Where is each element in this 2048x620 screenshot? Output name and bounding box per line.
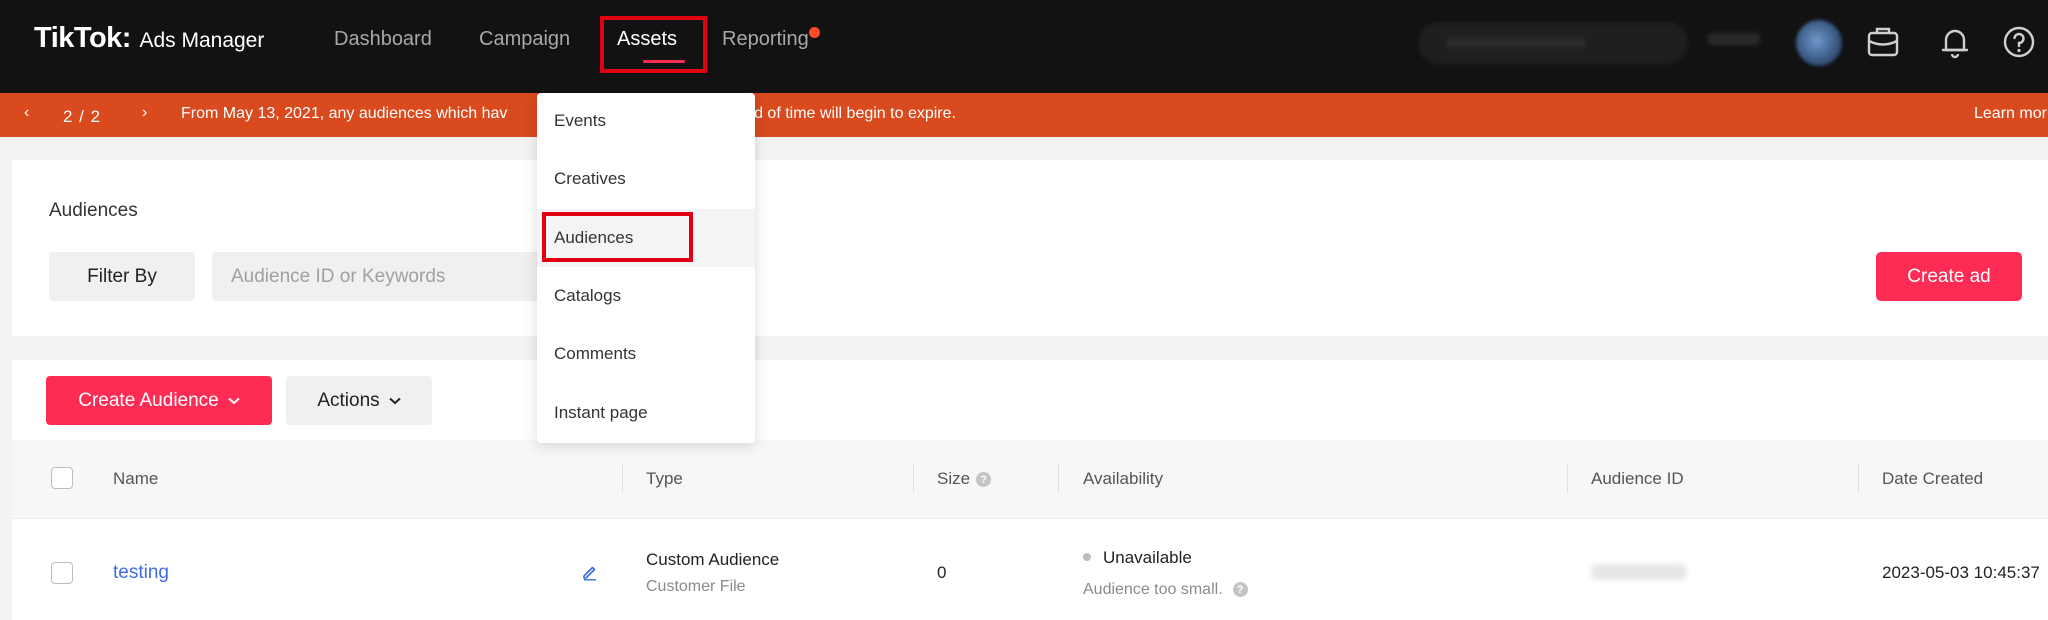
avatar[interactable]: [1796, 20, 1842, 66]
menu-item-events[interactable]: Events: [537, 92, 755, 150]
menu-item-creatives[interactable]: Creatives: [537, 150, 755, 208]
audience-size: 0: [937, 563, 947, 582]
page-title: Audiences: [49, 200, 138, 221]
nav-dashboard[interactable]: Dashboard: [334, 28, 432, 51]
date-created: 2023-05-03 10:45:37: [1882, 563, 2040, 582]
chevron-down-icon: [388, 397, 401, 404]
assets-highlight-box: [600, 16, 707, 73]
header-audience-id[interactable]: Audience ID: [1591, 469, 1684, 489]
notification-dot: [809, 27, 820, 38]
audiences-highlight-box: [542, 212, 693, 262]
column-divider[interactable]: [1058, 463, 1059, 493]
nav-campaign[interactable]: Campaign: [479, 28, 570, 51]
menu-item-catalogs[interactable]: Catalogs: [537, 267, 755, 325]
edit-pencil-icon[interactable]: [581, 563, 599, 581]
header-availability[interactable]: Availability: [1083, 469, 1163, 489]
create-audience-button[interactable]: Create Audience: [46, 376, 272, 425]
actions-label: Actions: [317, 389, 380, 411]
nav-reporting[interactable]: Reporting: [722, 28, 809, 51]
banner-learn-more-link[interactable]: Learn mor: [1974, 105, 2047, 123]
column-divider[interactable]: [1567, 463, 1568, 493]
audience-name-link[interactable]: testing: [113, 562, 169, 584]
briefcase-icon[interactable]: [1863, 22, 1903, 62]
chevron-down-icon: [228, 397, 240, 404]
account-selector[interactable]: [1418, 22, 1688, 64]
banner-page-counter: 2 / 2: [63, 107, 102, 126]
create-audience-label: Create Audience: [78, 389, 219, 411]
status-dot: [1083, 553, 1091, 561]
top-navigation-bar: [0, 0, 2048, 93]
header-size[interactable]: Size?: [937, 469, 992, 489]
column-divider[interactable]: [1858, 463, 1859, 493]
bell-icon[interactable]: [1935, 22, 1975, 62]
actions-button[interactable]: Actions: [286, 376, 432, 425]
search-input[interactable]: [212, 252, 542, 301]
brand-subtitle: Ads Manager: [139, 29, 265, 52]
header-name[interactable]: Name: [113, 469, 158, 489]
brand-name: TikTok: [34, 22, 122, 54]
audience-type: Custom Audience: [646, 550, 780, 569]
column-divider[interactable]: [913, 463, 914, 493]
banner-message-end: eriod of time will begin to expire.: [727, 105, 956, 122]
menu-item-instant-page[interactable]: Instant page: [537, 384, 755, 442]
help-icon[interactable]: [1999, 22, 2039, 62]
brand-colon: :: [121, 22, 132, 54]
availability-status: Unavailable: [1103, 548, 1192, 567]
menu-item-comments[interactable]: Comments: [537, 325, 755, 383]
notice-banner: ‹ 2 / 2 › From May 13, 2021, any audienc…: [0, 93, 2048, 137]
row-divider: [12, 518, 2048, 519]
account-label[interactable]: [1708, 33, 1760, 45]
audience-id-redacted: [1591, 564, 1687, 580]
create-ad-button[interactable]: Create ad: [1876, 252, 2022, 301]
banner-next-button[interactable]: ›: [142, 104, 147, 122]
size-help-icon[interactable]: ?: [976, 472, 992, 488]
header-type[interactable]: Type: [646, 469, 683, 489]
availability-help-icon[interactable]: ?: [1232, 582, 1248, 598]
brand-logo[interactable]: TikTok: Ads Manager: [34, 22, 264, 55]
table-header: [12, 440, 2048, 518]
availability-note: Audience too small.?: [1083, 581, 1248, 599]
banner-prev-button[interactable]: ‹: [24, 104, 29, 122]
filter-card: [12, 160, 2048, 336]
header-size-label: Size: [937, 469, 971, 488]
row-checkbox[interactable]: [51, 562, 73, 584]
audience-subtype: Customer File: [646, 578, 746, 595]
header-date-created[interactable]: Date Created: [1882, 469, 1983, 489]
column-divider[interactable]: [622, 463, 623, 493]
select-all-checkbox[interactable]: [51, 467, 73, 489]
availability-note-text: Audience too small.: [1083, 581, 1223, 598]
banner-message-start: From May 13, 2021, any audiences which h…: [181, 105, 508, 122]
filter-by-button[interactable]: Filter By: [49, 252, 195, 301]
